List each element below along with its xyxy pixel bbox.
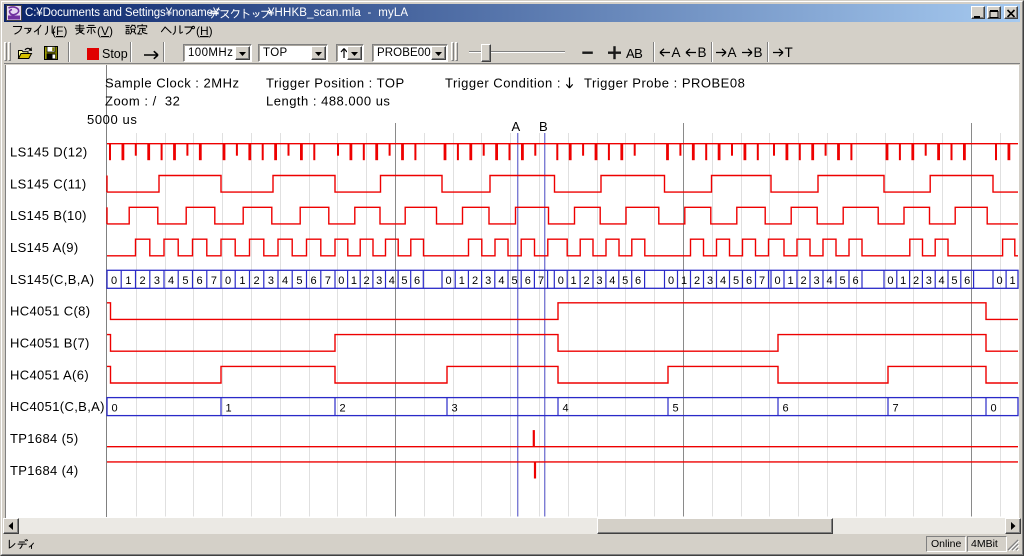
- svg-text:0: 0: [887, 275, 893, 287]
- svg-text:B: B: [539, 119, 548, 134]
- svg-text:Trigger Position : TOP: Trigger Position : TOP: [266, 76, 405, 91]
- svg-text:LS145(C,B,A): LS145(C,B,A): [10, 272, 94, 287]
- svg-text:0: 0: [111, 275, 117, 287]
- svg-text:0: 0: [668, 275, 674, 287]
- svg-text:2: 2: [800, 275, 806, 287]
- svg-text:5000 us: 5000 us: [87, 112, 137, 127]
- svg-text:5: 5: [182, 275, 188, 287]
- svg-text:6: 6: [311, 275, 317, 287]
- svg-text:1: 1: [900, 275, 906, 287]
- svg-text:3: 3: [154, 275, 160, 287]
- svg-text:5: 5: [512, 275, 518, 287]
- svg-text:TP1684 (5): TP1684 (5): [10, 431, 79, 446]
- svg-text:TP1684 (4): TP1684 (4): [10, 463, 79, 478]
- svg-text:7: 7: [211, 275, 217, 287]
- svg-text:HC4051(C,B,A): HC4051(C,B,A): [10, 399, 105, 414]
- svg-text:4: 4: [389, 275, 395, 287]
- svg-text:HC4051 C(8): HC4051 C(8): [10, 304, 90, 319]
- svg-text:6: 6: [964, 275, 970, 287]
- svg-text:6: 6: [525, 275, 531, 287]
- svg-text:4: 4: [826, 275, 832, 287]
- svg-text:0: 0: [996, 275, 1002, 287]
- svg-text:4: 4: [939, 275, 945, 287]
- svg-text:Length : 488.000 us: Length : 488.000 us: [266, 94, 390, 109]
- svg-text:1: 1: [681, 275, 687, 287]
- svg-text:LS145 A(9): LS145 A(9): [10, 240, 79, 255]
- svg-text:2: 2: [364, 275, 370, 287]
- svg-text:0: 0: [112, 402, 118, 414]
- svg-text:4: 4: [720, 275, 726, 287]
- svg-text:6: 6: [197, 275, 203, 287]
- svg-text:LS145 B(10): LS145 B(10): [10, 208, 87, 223]
- svg-text:0: 0: [558, 275, 564, 287]
- svg-text:A: A: [512, 119, 521, 134]
- svg-text:6: 6: [746, 275, 752, 287]
- svg-text:3: 3: [813, 275, 819, 287]
- svg-text:Sample Clock : 2MHz: Sample Clock : 2MHz: [105, 76, 239, 91]
- svg-text:5: 5: [296, 275, 302, 287]
- svg-text:1: 1: [239, 275, 245, 287]
- svg-text:4: 4: [282, 275, 288, 287]
- svg-text:5: 5: [839, 275, 845, 287]
- svg-text:6: 6: [852, 275, 858, 287]
- svg-text:7: 7: [325, 275, 331, 287]
- svg-text:2: 2: [254, 275, 260, 287]
- svg-text:2: 2: [340, 402, 346, 414]
- svg-text:4: 4: [563, 402, 569, 414]
- svg-text:3: 3: [376, 275, 382, 287]
- svg-text:Trigger Probe : PROBE08: Trigger Probe : PROBE08: [584, 76, 745, 91]
- svg-text:7: 7: [759, 275, 765, 287]
- svg-text:3: 3: [485, 275, 491, 287]
- svg-text:0: 0: [338, 275, 344, 287]
- svg-text:5: 5: [673, 402, 679, 414]
- svg-text:4: 4: [498, 275, 504, 287]
- svg-text:0: 0: [446, 275, 452, 287]
- svg-text:1: 1: [1010, 275, 1016, 287]
- svg-text:6: 6: [414, 275, 420, 287]
- svg-text:1: 1: [125, 275, 131, 287]
- svg-text:5: 5: [401, 275, 407, 287]
- svg-text:1: 1: [459, 275, 465, 287]
- svg-text:4: 4: [609, 275, 615, 287]
- svg-text:1: 1: [351, 275, 357, 287]
- svg-text:HC4051 B(7): HC4051 B(7): [10, 336, 90, 351]
- svg-text:1: 1: [787, 275, 793, 287]
- svg-text:Trigger Condition :: Trigger Condition :: [445, 76, 561, 91]
- svg-text:5: 5: [622, 275, 628, 287]
- svg-text:2: 2: [472, 275, 478, 287]
- svg-text:4: 4: [168, 275, 174, 287]
- svg-text:0: 0: [774, 275, 780, 287]
- svg-text:HC4051 A(6): HC4051 A(6): [10, 367, 89, 382]
- svg-text:2: 2: [694, 275, 700, 287]
- svg-text:1: 1: [571, 275, 577, 287]
- svg-text:7: 7: [538, 275, 544, 287]
- svg-text:3: 3: [452, 402, 458, 414]
- svg-text:3: 3: [926, 275, 932, 287]
- svg-text:3: 3: [268, 275, 274, 287]
- svg-text:0: 0: [991, 402, 997, 414]
- svg-text:2: 2: [913, 275, 919, 287]
- svg-text:LS145 C(11): LS145 C(11): [10, 176, 87, 191]
- svg-text:2: 2: [140, 275, 146, 287]
- svg-text:5: 5: [951, 275, 957, 287]
- svg-text:1: 1: [226, 402, 232, 414]
- svg-text:7: 7: [893, 402, 899, 414]
- svg-text:3: 3: [707, 275, 713, 287]
- svg-text:2: 2: [583, 275, 589, 287]
- svg-text:6: 6: [783, 402, 789, 414]
- svg-text:5: 5: [733, 275, 739, 287]
- svg-text:LS145 D(12): LS145 D(12): [10, 145, 88, 160]
- svg-text:3: 3: [596, 275, 602, 287]
- svg-text:Zoom : / 32: Zoom : / 32: [105, 94, 180, 109]
- svg-text:0: 0: [225, 275, 231, 287]
- svg-text:6: 6: [635, 275, 641, 287]
